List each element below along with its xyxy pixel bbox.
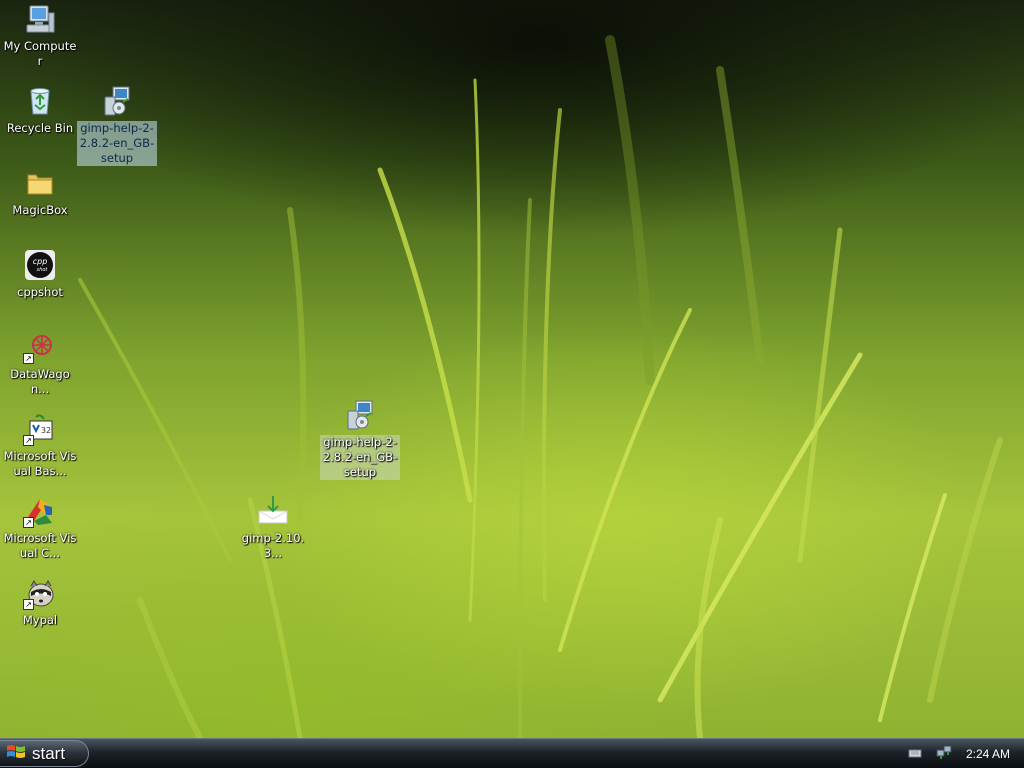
desktop-icon-label: cppshot (17, 285, 63, 299)
svg-text:shot: shot (37, 267, 49, 273)
datawagon-icon: ↗ (23, 330, 57, 364)
desktop[interactable]: My Computer Recycle Bin gimp-help-2-2.8.… (0, 0, 1024, 738)
recycle-bin-icon (23, 84, 57, 118)
svg-text:cpp: cpp (33, 257, 48, 266)
taskbar: start 2:24 AM (0, 738, 1024, 768)
visual-c-icon: ↗ (23, 494, 57, 528)
desktop-icon-label: Microsoft Visual Bas... (3, 449, 77, 478)
start-button[interactable]: start (0, 740, 89, 767)
desktop-icon-gimp-help-setup[interactable]: gimp-help-2-2.8.2-en_GB-setup (77, 84, 157, 166)
desktop-icon-cppshot[interactable]: cpp shot cppshot (0, 248, 80, 300)
system-tray: 2:24 AM (884, 739, 1024, 768)
desktop-icon-recycle-bin[interactable]: Recycle Bin (0, 84, 80, 136)
desktop-icon-visual-c[interactable]: ↗ Microsoft Visual C... (0, 494, 80, 561)
desktop-icon-label: gimp-help-2-2.8.2-en_GB-setup (320, 435, 400, 480)
desktop-icon-datawagon[interactable]: ↗ DataWagon... (0, 330, 80, 397)
shortcut-arrow-icon: ↗ (23, 599, 34, 610)
network-icon[interactable] (936, 744, 952, 764)
clock[interactable]: 2:24 AM (966, 747, 1010, 761)
desktop-icon-gimp-download[interactable]: gimp-2.10.3... (233, 494, 313, 561)
folder-icon (23, 166, 57, 200)
desktop-icon-label: Recycle Bin (6, 121, 74, 135)
windows-logo-icon (6, 743, 26, 765)
desktop-icon-label: gimp-2.10.3... (241, 531, 305, 560)
svg-text:32: 32 (41, 426, 51, 435)
desktop-icon-gimp-help-setup-drag[interactable]: gimp-help-2-2.8.2-en_GB-setup (320, 398, 400, 480)
desktop-icon-magicbox[interactable]: MagicBox (0, 166, 80, 218)
desktop-icon-visual-basic[interactable]: 32 ↗ Microsoft Visual Bas... (0, 412, 80, 479)
installer-icon (343, 398, 377, 432)
desktop-icon-label: MagicBox (12, 203, 68, 217)
computer-icon (23, 2, 57, 36)
installer-icon (100, 84, 134, 118)
visual-basic-icon: 32 ↗ (23, 412, 57, 446)
shortcut-arrow-icon: ↗ (23, 517, 34, 528)
mypal-icon: ↗ (23, 576, 57, 610)
start-label: start (32, 743, 66, 763)
desktop-icon-label: Microsoft Visual C... (3, 531, 77, 560)
shortcut-arrow-icon: ↗ (23, 353, 34, 364)
desktop-icon-mypal[interactable]: ↗ Mypal (0, 576, 80, 628)
desktop-icon-label: My Computer (3, 39, 77, 68)
desktop-icon-label: Mypal (22, 613, 58, 627)
desktop-icon-label: gimp-help-2-2.8.2-en_GB-setup (77, 121, 157, 166)
shortcut-arrow-icon: ↗ (23, 435, 34, 446)
cppshot-icon: cpp shot (23, 248, 57, 282)
desktop-icon-label: DataWagon... (10, 367, 70, 396)
download-icon (256, 494, 290, 528)
keyboard-icon[interactable] (908, 744, 922, 763)
desktop-icon-my-computer[interactable]: My Computer (0, 2, 80, 69)
